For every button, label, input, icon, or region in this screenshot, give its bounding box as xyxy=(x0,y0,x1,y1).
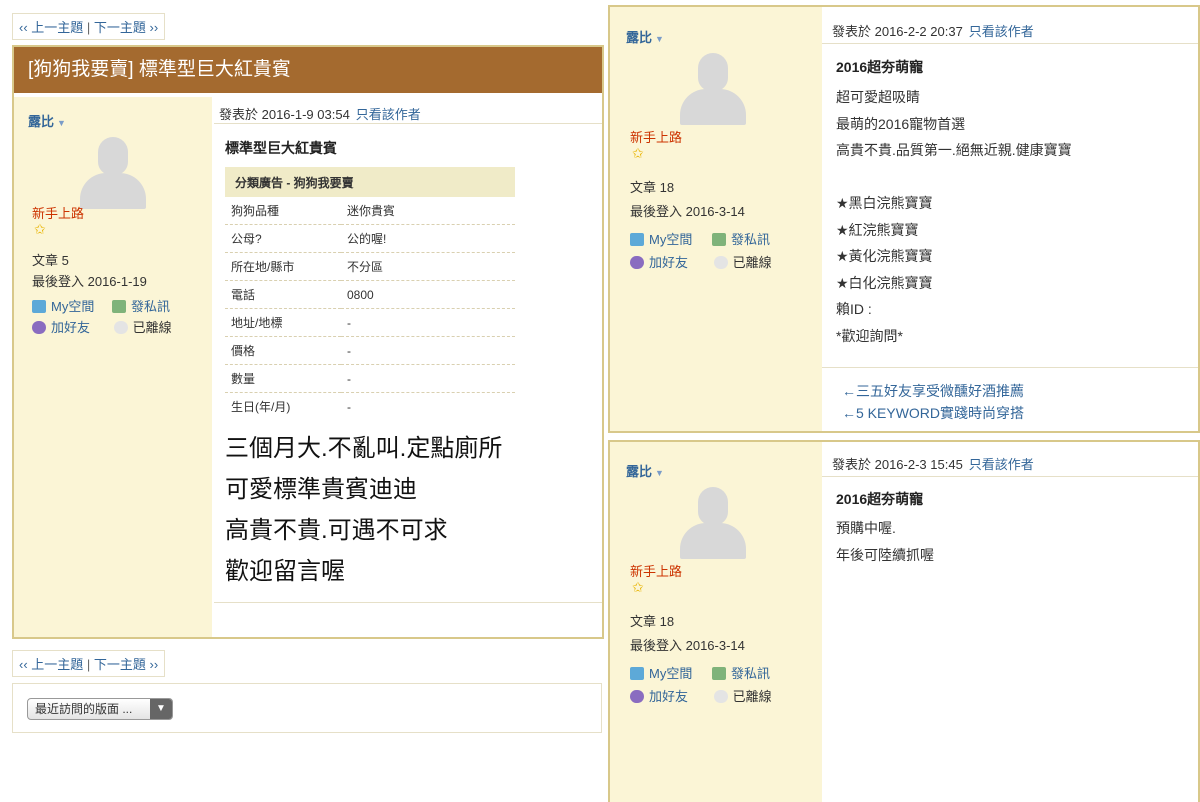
user-last-login: 最後登入 2016-1-19 xyxy=(32,274,147,289)
post-1-body: 三個月大.不亂叫.定點廁所 可愛標準貴賓迪迪 高貴不貴.可遇不可求 歡迎留言喔 xyxy=(225,435,503,585)
table-row: 價格 - xyxy=(225,336,515,365)
chevron-down-icon: ▼ xyxy=(655,468,664,478)
post-date: 發表於 2016-1-9 03:54 xyxy=(219,107,350,122)
user-offline-icon xyxy=(713,256,728,269)
user-post-count: 文章 18 xyxy=(630,614,675,629)
mail-icon xyxy=(711,667,726,680)
recent-forums-select[interactable]: 最近訪問的版面 ... ▼ xyxy=(27,698,173,720)
post-3-meta: 發表於 2016-2-3 15:45 只看該作者 xyxy=(832,454,1034,473)
classified-ad-table: 分類廣告 - 狗狗我要賣 狗狗品種 迷你貴賓 公母? 公的喔! 所在地/縣市 不分區 … xyxy=(225,167,515,420)
add-friend-link[interactable]: 加好友 xyxy=(32,320,90,335)
avatar[interactable] xyxy=(680,53,746,125)
user-rank: 新手上路 xyxy=(32,206,85,221)
my-space-link[interactable]: My空間 xyxy=(630,232,692,247)
username[interactable]: 露比 ▼ xyxy=(626,461,664,480)
star-icon: ✩ xyxy=(34,221,46,237)
table-row: 公母? 公的喔! xyxy=(225,224,515,253)
star-icon: ✩ xyxy=(632,579,644,595)
home-icon xyxy=(32,300,46,313)
my-space-link[interactable]: My空間 xyxy=(32,299,94,314)
mail-icon xyxy=(111,300,126,313)
send-message-link[interactable]: 發私訊 xyxy=(111,299,170,314)
user-post-count: 文章 18 xyxy=(630,180,675,195)
only-author-link[interactable]: 只看該作者 xyxy=(969,457,1034,472)
thread-nav-top: ‹‹ 上一主題 | 下一主題 ›› xyxy=(12,13,166,40)
post-1-meta: 發表於 2016-1-9 03:54 只看該作者 xyxy=(219,104,421,123)
prev-topic-link[interactable]: ‹‹ 上一主題 xyxy=(19,20,83,35)
add-friend-icon xyxy=(630,690,644,703)
add-friend-link[interactable]: 加好友 xyxy=(630,255,688,270)
user-last-login: 最後登入 2016-3-14 xyxy=(630,204,745,219)
ad-table-header: 分類廣告 - 狗狗我要賣 xyxy=(225,167,515,197)
post-2: 露比 ▼ 新手上路 ✩ 文章 18 最後登入 2016-3-14 My空間 發私訊… xyxy=(608,5,1200,433)
thread-title: [狗狗我要賣] 標準型巨大紅貴賓 xyxy=(14,47,602,93)
table-row: 所在地/縣市 不分區 xyxy=(225,252,515,281)
user-offline-icon xyxy=(713,690,728,703)
username[interactable]: 露比 ▼ xyxy=(28,111,66,130)
thread-nav-bottom: ‹‹ 上一主題 | 下一主題 ›› xyxy=(12,650,166,677)
home-icon xyxy=(630,667,644,680)
post-2-meta: 發表於 2016-2-2 20:37 只看該作者 xyxy=(832,21,1034,40)
post-2-title: 2016超夯萌寵 xyxy=(836,59,924,75)
user-last-login: 最後登入 2016-3-14 xyxy=(630,638,745,653)
table-row: 地址/地標 - xyxy=(225,308,515,337)
post-2-user-panel: 露比 ▼ 新手上路 ✩ 文章 18 最後登入 2016-3-14 My空間 發私訊… xyxy=(610,7,822,431)
nav-separator: | xyxy=(86,20,91,35)
user-links: My空間 發私訊 加好友 已離線 xyxy=(630,229,820,275)
table-row: 電話 0800 xyxy=(225,280,515,309)
my-space-link[interactable]: My空間 xyxy=(630,666,692,681)
user-post-count: 文章 5 xyxy=(32,253,69,268)
post-3-user-panel: 露比 ▼ 新手上路 ✩ 文章 18 最後登入 2016-3-14 My空間 發私訊… xyxy=(610,442,822,802)
add-friend-icon xyxy=(630,256,644,269)
user-rank: 新手上路 xyxy=(630,130,683,145)
post-3-title: 2016超夯萌寵 xyxy=(836,491,924,507)
offline-status: 已離線 xyxy=(113,320,172,335)
table-row: 狗狗品種 迷你貴賓 xyxy=(225,197,515,225)
add-friend-icon xyxy=(32,321,46,334)
chevron-down-icon: ▼ xyxy=(655,34,664,44)
forum-jump-bar: 最近訪問的版面 ... ▼ xyxy=(12,683,602,733)
signature-link[interactable]: ←三五好友享受微醺好酒推薦 xyxy=(842,380,1024,402)
user-offline-icon xyxy=(113,321,128,334)
username[interactable]: 露比 ▼ xyxy=(626,27,664,46)
mail-icon xyxy=(711,233,726,246)
add-friend-link[interactable]: 加好友 xyxy=(630,689,688,704)
post-3-body: 預購中喔. 年後可陸續抓喔 xyxy=(836,520,934,563)
post-date: 發表於 2016-2-3 15:45 xyxy=(832,457,963,472)
post-1-title: 標準型巨大紅貴賓 xyxy=(225,140,337,156)
chevron-down-icon: ▼ xyxy=(57,118,66,128)
only-author-link[interactable]: 只看該作者 xyxy=(969,24,1034,39)
user-links: My空間 發私訊 加好友 已離線 xyxy=(32,296,208,338)
table-row: 生日(年/月) - xyxy=(231,399,351,415)
user-rank: 新手上路 xyxy=(630,564,683,579)
send-message-link[interactable]: 發私訊 xyxy=(711,232,770,247)
only-author-link[interactable]: 只看該作者 xyxy=(356,107,421,122)
home-icon xyxy=(630,233,644,246)
prev-topic-link[interactable]: ‹‹ 上一主題 xyxy=(19,657,83,672)
chevron-down-icon: ▼ xyxy=(150,699,172,719)
offline-status: 已離線 xyxy=(713,255,772,270)
post-date: 發表於 2016-2-2 20:37 xyxy=(832,24,963,39)
post-1: [狗狗我要賣] 標準型巨大紅貴賓 露比 ▼ 新手上路 ✩ 文章 5 最後登入 20… xyxy=(12,45,604,639)
star-icon: ✩ xyxy=(632,145,644,161)
nav-separator: | xyxy=(86,657,91,672)
avatar[interactable] xyxy=(680,487,746,559)
post-2-signature: ←三五好友享受微醺好酒推薦 ←5 KEYWORD實踐時尚穿搭 xyxy=(842,380,1024,424)
user-links: My空間 發私訊 加好友 已離線 xyxy=(630,663,820,709)
post-3: 露比 ▼ 新手上路 ✩ 文章 18 最後登入 2016-3-14 My空間 發私訊… xyxy=(608,440,1200,802)
send-message-link[interactable]: 發私訊 xyxy=(711,666,770,681)
table-row: 數量 - xyxy=(225,364,515,393)
signature-link[interactable]: ←5 KEYWORD實踐時尚穿搭 xyxy=(842,402,1024,424)
avatar[interactable] xyxy=(80,137,146,209)
offline-status: 已離線 xyxy=(713,689,772,704)
next-topic-link[interactable]: 下一主題 ›› xyxy=(94,657,158,672)
post-2-body: 超可愛超吸睛 最萌的2016寵物首選 高貴不貴.品質第一.絕無近親.健康寶寶 ★… xyxy=(836,89,1072,344)
post-1-user-panel: 露比 ▼ 新手上路 ✩ 文章 5 最後登入 2016-1-19 My空間 發私訊 … xyxy=(14,97,212,637)
next-topic-link[interactable]: 下一主題 ›› xyxy=(94,20,158,35)
